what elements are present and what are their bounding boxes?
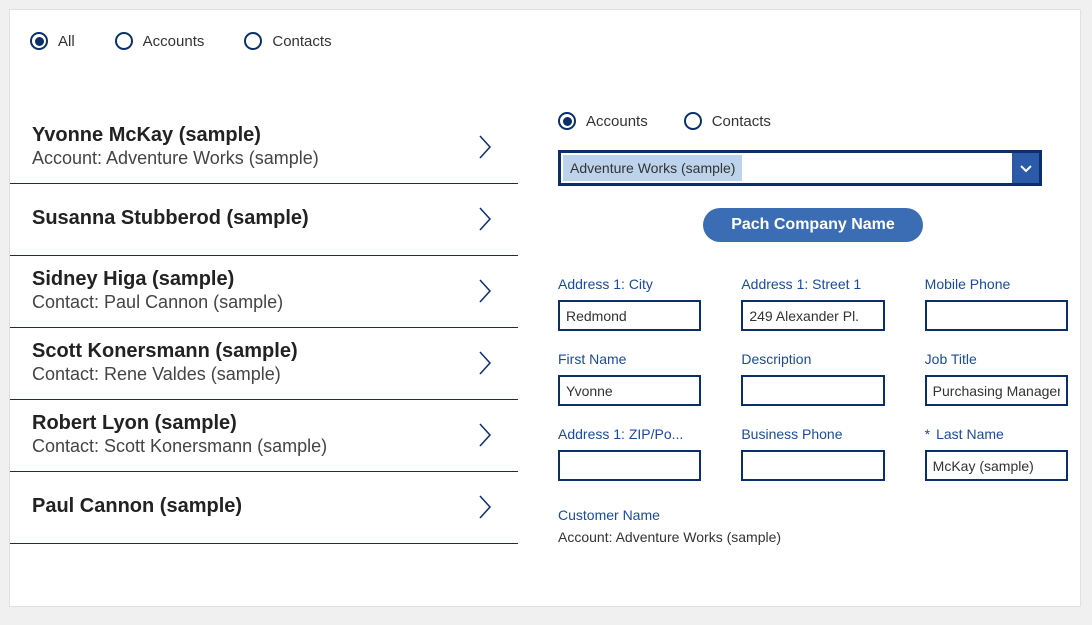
filter-accounts-radio[interactable]: Accounts bbox=[115, 32, 205, 50]
radio-label: Contacts bbox=[712, 113, 771, 130]
list-item[interactable]: Robert Lyon (sample)Contact: Scott Koner… bbox=[10, 400, 518, 472]
radio-label: Accounts bbox=[143, 33, 205, 50]
list-item-subtitle: Contact: Scott Konersmann (sample) bbox=[32, 436, 474, 457]
list-item-subtitle: Contact: Rene Valdes (sample) bbox=[32, 364, 474, 385]
filter-all-radio[interactable]: All bbox=[30, 32, 75, 50]
filter-contacts-radio[interactable]: Contacts bbox=[244, 32, 331, 50]
field-label: Description bbox=[741, 351, 884, 367]
field-label: Mobile Phone bbox=[925, 276, 1068, 292]
radio-icon bbox=[115, 32, 133, 50]
radio-icon bbox=[244, 32, 262, 50]
field-label: Address 1: ZIP/Po... bbox=[558, 426, 701, 442]
field-input[interactable] bbox=[741, 450, 884, 481]
chevron-right-icon bbox=[474, 424, 496, 446]
list-item[interactable]: Yvonne McKay (sample)Account: Adventure … bbox=[10, 112, 518, 184]
form-field: Business Phone bbox=[741, 426, 884, 481]
chevron-down-icon bbox=[1012, 153, 1039, 183]
radio-label: Accounts bbox=[586, 113, 648, 130]
list-item[interactable]: Sidney Higa (sample)Contact: Paul Cannon… bbox=[10, 256, 518, 328]
chevron-right-icon bbox=[474, 136, 496, 158]
patch-company-button[interactable]: Pach Company Name bbox=[703, 208, 923, 242]
detail-contacts-radio[interactable]: Contacts bbox=[684, 112, 771, 130]
chevron-right-icon bbox=[474, 280, 496, 302]
form-field: *Last Name bbox=[925, 426, 1068, 481]
list-item-title: Paul Cannon (sample) bbox=[32, 495, 474, 518]
customer-name-section: Customer Name Account: Adventure Works (… bbox=[558, 507, 1068, 545]
contact-list[interactable]: Yvonne McKay (sample)Account: Adventure … bbox=[10, 72, 518, 606]
chevron-right-icon bbox=[474, 352, 496, 374]
list-item-title: Robert Lyon (sample) bbox=[32, 412, 474, 435]
field-label: Address 1: Street 1 bbox=[741, 276, 884, 292]
dropdown-value: Adventure Works (sample) bbox=[563, 155, 742, 181]
field-label: *Last Name bbox=[925, 426, 1068, 442]
radio-label: Contacts bbox=[272, 33, 331, 50]
detail-filter-group: Accounts Contacts bbox=[558, 112, 1068, 130]
radio-label: All bbox=[58, 33, 75, 50]
field-input[interactable] bbox=[741, 375, 884, 406]
form-grid: Address 1: City Address 1: Street 1 Mobile… bbox=[558, 276, 1068, 481]
top-filter-group: All Accounts Contacts bbox=[10, 10, 1080, 72]
list-item-subtitle: Contact: Paul Cannon (sample) bbox=[32, 292, 474, 313]
list-item-subtitle: Account: Adventure Works (sample) bbox=[32, 148, 474, 169]
customer-name-value: Account: Adventure Works (sample) bbox=[558, 529, 1068, 545]
form-field: Mobile Phone bbox=[925, 276, 1068, 331]
list-item-title: Yvonne McKay (sample) bbox=[32, 124, 474, 147]
field-input[interactable] bbox=[925, 375, 1068, 406]
field-input[interactable] bbox=[558, 300, 701, 331]
field-label: Business Phone bbox=[741, 426, 884, 442]
field-label: Job Title bbox=[925, 351, 1068, 367]
field-input[interactable] bbox=[558, 450, 701, 481]
chevron-right-icon bbox=[474, 496, 496, 518]
list-item[interactable]: Susanna Stubberod (sample) bbox=[10, 184, 518, 256]
form-field: Job Title bbox=[925, 351, 1068, 406]
list-item[interactable]: Scott Konersmann (sample)Contact: Rene V… bbox=[10, 328, 518, 400]
list-item-title: Scott Konersmann (sample) bbox=[32, 340, 474, 363]
form-field: Description bbox=[741, 351, 884, 406]
radio-icon bbox=[558, 112, 576, 130]
field-input[interactable] bbox=[741, 300, 884, 331]
form-field: Address 1: ZIP/Po... bbox=[558, 426, 701, 481]
detail-panel: Accounts Contacts Adventure Works (sampl… bbox=[518, 72, 1080, 606]
list-item[interactable]: Paul Cannon (sample) bbox=[10, 472, 518, 544]
field-input[interactable] bbox=[558, 375, 701, 406]
customer-name-label: Customer Name bbox=[558, 507, 1068, 523]
form-field: Address 1: Street 1 bbox=[741, 276, 884, 331]
field-input[interactable] bbox=[925, 450, 1068, 481]
list-item-title: Susanna Stubberod (sample) bbox=[32, 207, 474, 230]
radio-icon bbox=[30, 32, 48, 50]
detail-accounts-radio[interactable]: Accounts bbox=[558, 112, 648, 130]
form-field: First Name bbox=[558, 351, 701, 406]
form-field: Address 1: City bbox=[558, 276, 701, 331]
field-input[interactable] bbox=[925, 300, 1068, 331]
account-dropdown[interactable]: Adventure Works (sample) bbox=[558, 150, 1042, 186]
radio-icon bbox=[684, 112, 702, 130]
field-label: First Name bbox=[558, 351, 701, 367]
chevron-right-icon bbox=[474, 208, 496, 230]
list-item-title: Sidney Higa (sample) bbox=[32, 268, 474, 291]
field-label: Address 1: City bbox=[558, 276, 701, 292]
